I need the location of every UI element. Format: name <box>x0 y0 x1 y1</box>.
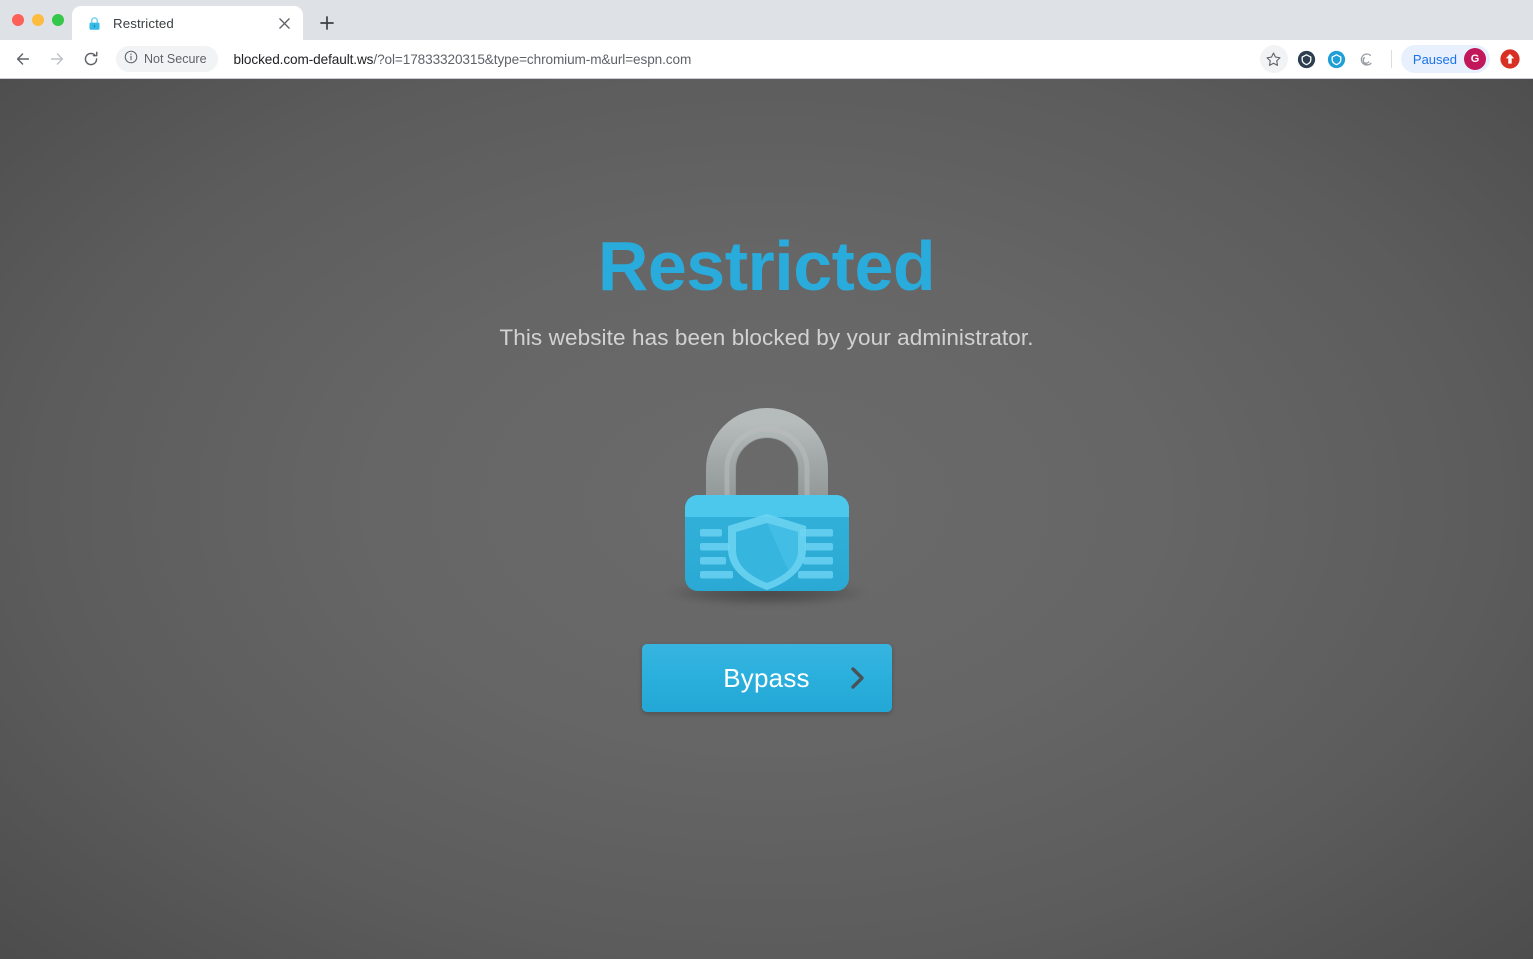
forward-arrow-icon[interactable] <box>42 44 72 74</box>
shield-blue-icon[interactable] <box>1322 44 1352 74</box>
security-status-label: Not Secure <box>144 52 207 66</box>
window-minimize-button[interactable] <box>32 14 44 26</box>
back-arrow-icon[interactable] <box>8 44 38 74</box>
address-bar[interactable]: Not Secure blocked.com-default.ws/?ol=17… <box>116 45 1254 73</box>
window-traffic-lights <box>10 0 72 40</box>
browser-window: Restricted Not Secure blocked.com-defaul… <box>0 0 1533 959</box>
security-status-chip[interactable]: Not Secure <box>116 46 218 72</box>
browser-toolbar: Not Secure blocked.com-default.ws/?ol=17… <box>0 40 1533 79</box>
tab-title: Restricted <box>113 15 174 31</box>
blocked-page: Restricted This website has been blocked… <box>0 79 1533 959</box>
page-title: Restricted <box>597 227 936 305</box>
tab-strip: Restricted <box>0 0 1533 40</box>
page-subtitle: This website has been blocked by your ad… <box>499 325 1034 350</box>
star-icon[interactable] <box>1259 45 1288 73</box>
new-tab-button[interactable] <box>313 9 341 37</box>
window-maximize-button[interactable] <box>52 14 64 26</box>
update-arrow-icon[interactable] <box>1497 46 1523 72</box>
bypass-button[interactable]: Bypass <box>641 644 892 712</box>
url-path: /?ol=17833320315&type=chromium-m&url=esp… <box>373 51 692 67</box>
browser-tab-restricted[interactable]: Restricted <box>72 6 303 40</box>
info-circle-icon <box>124 50 138 69</box>
shield-dark-icon[interactable] <box>1292 44 1322 74</box>
toolbar-actions: Paused G <box>1259 44 1523 74</box>
padlock-shield-illustration <box>637 395 897 610</box>
sync-paused-label: Paused <box>1412 51 1457 67</box>
close-icon[interactable] <box>273 12 295 34</box>
avatar[interactable]: G <box>1464 48 1486 70</box>
bypass-button-label: Bypass <box>723 662 810 693</box>
url-host: blocked.com-default.ws <box>233 51 374 67</box>
reload-icon[interactable] <box>76 44 106 74</box>
spiral-icon[interactable] <box>1352 44 1382 74</box>
chevron-right-icon <box>850 666 866 690</box>
url-display[interactable]: blocked.com-default.ws/?ol=17833320315&t… <box>234 52 692 67</box>
lock-icon <box>86 15 102 31</box>
toolbar-divider <box>1390 50 1392 68</box>
window-close-button[interactable] <box>12 14 24 26</box>
profile-status-pill[interactable]: Paused G <box>1400 45 1490 73</box>
